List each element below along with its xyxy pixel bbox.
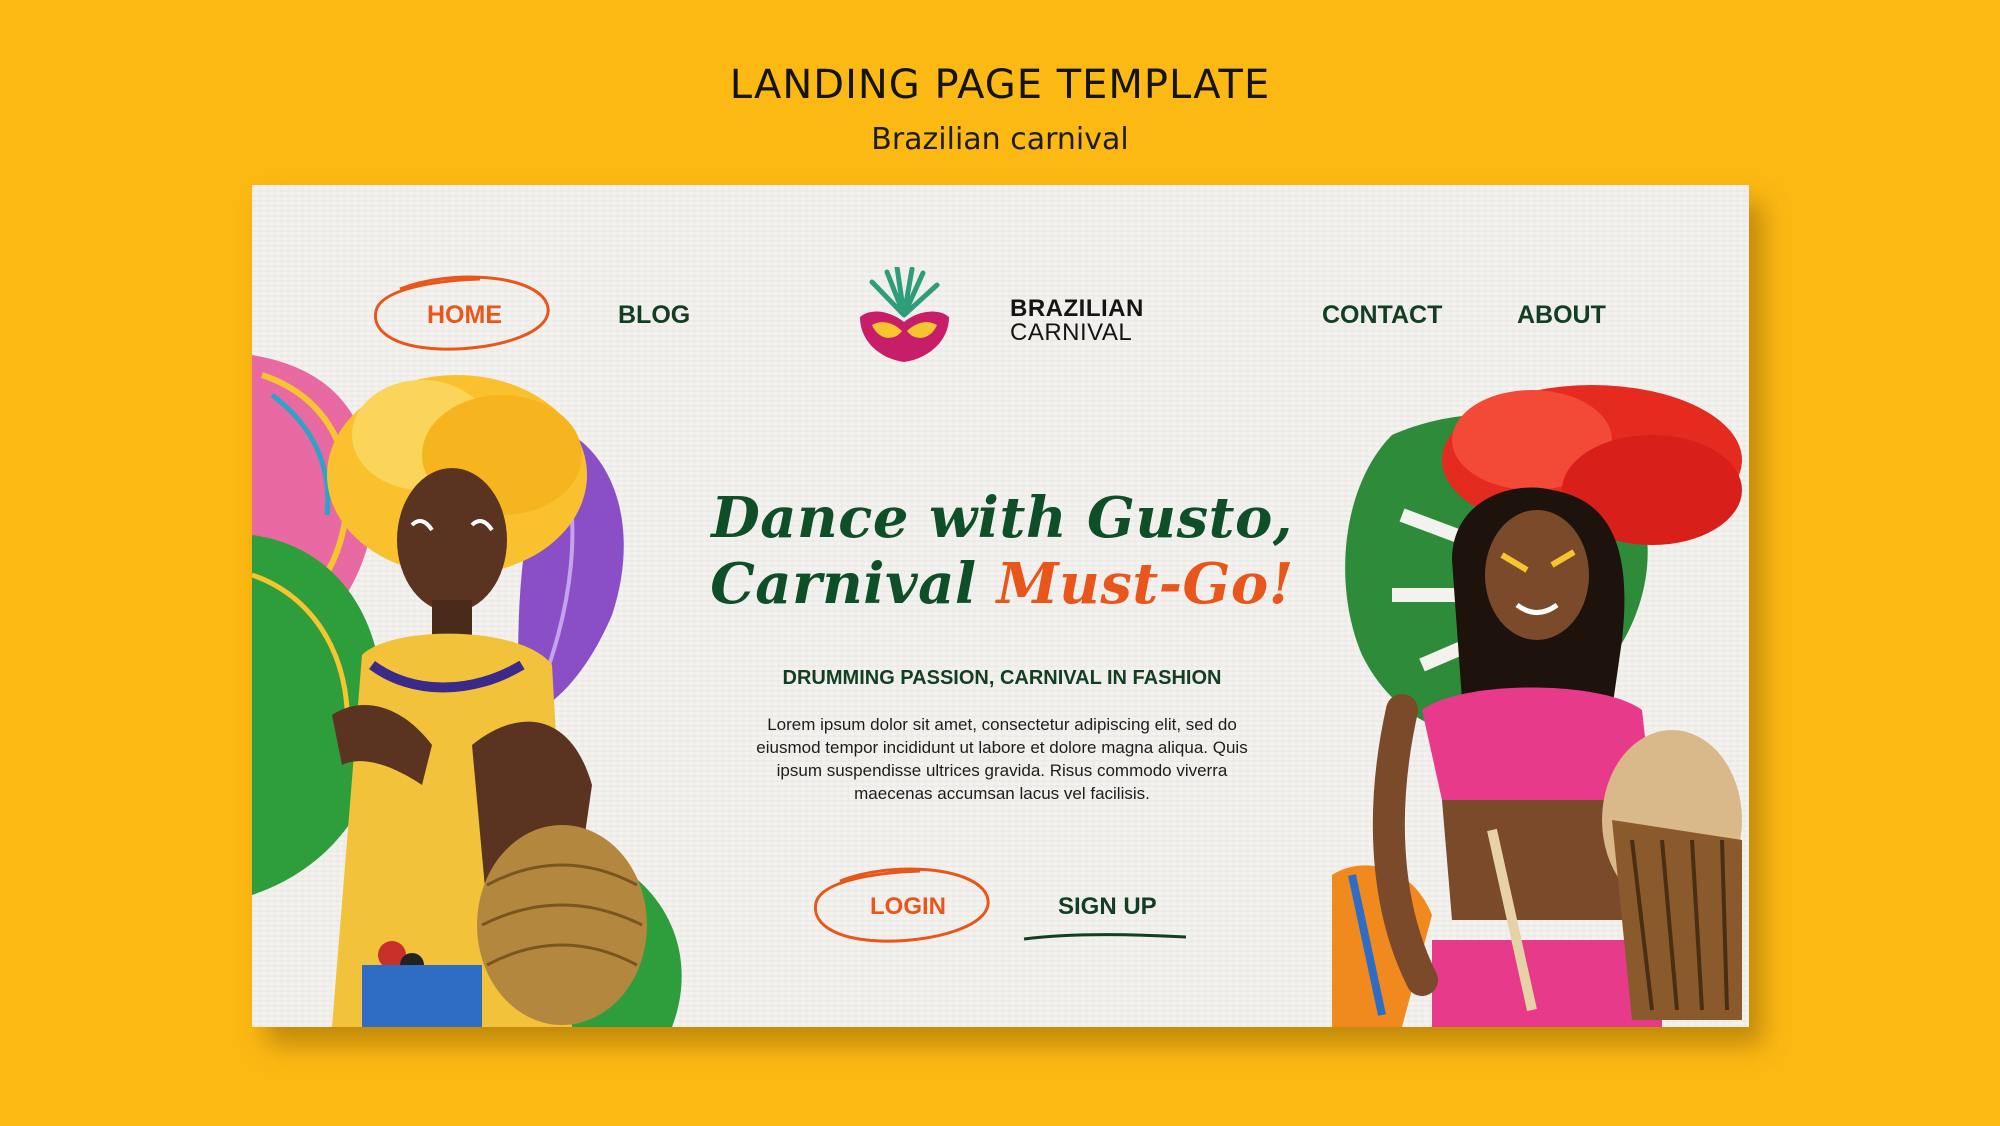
nav-home[interactable]: HOME [427,301,502,330]
left-dancer-photo [327,375,647,1027]
nav-blog[interactable]: BLOG [618,301,690,330]
nav-contact[interactable]: CONTACT [1322,301,1442,330]
carnival-mask-icon [860,267,949,362]
page-title: LANDING PAGE TEMPLATE [729,62,1271,108]
hero-body-text: Lorem ipsum dolor sit amet, consectetur … [722,713,1282,805]
signup-underline [1023,933,1187,941]
page-subtitle: Brazilian carnival [871,122,1129,157]
hero-headline-accent: Must-Go! [996,551,1294,617]
hero-body-line: Lorem ipsum dolor sit amet, consectetur … [767,715,1237,734]
logo-subtitle: CARNIVAL [1010,319,1133,346]
hero-tagline: DRUMMING PASSION, CARNIVAL IN FASHION [782,667,1222,689]
hero-headline-carnival: Carnival [710,551,997,617]
hero-body-line: maecenas accumsan lacus vel facilisis. [854,784,1150,803]
nav-about[interactable]: ABOUT [1517,301,1606,330]
landing-card: HOME BLOG CONTACT ABOUT BRAZILIAN CARNIV… [252,185,1749,1027]
hero-body-line: ipsum suspendisse ultrices gravida. Risu… [776,761,1228,780]
hero-body-line: eiusmod tempor incididunt ut labore et d… [756,738,1248,757]
login-button[interactable]: LOGIN [870,893,946,921]
right-drummer-photo [1372,385,1742,1027]
hero-headline-line1: Dance with Gusto, [711,485,1293,551]
signup-button[interactable]: SIGN UP [1058,893,1157,921]
hero-headline-line2: Carnival Must-Go! [602,551,1402,617]
